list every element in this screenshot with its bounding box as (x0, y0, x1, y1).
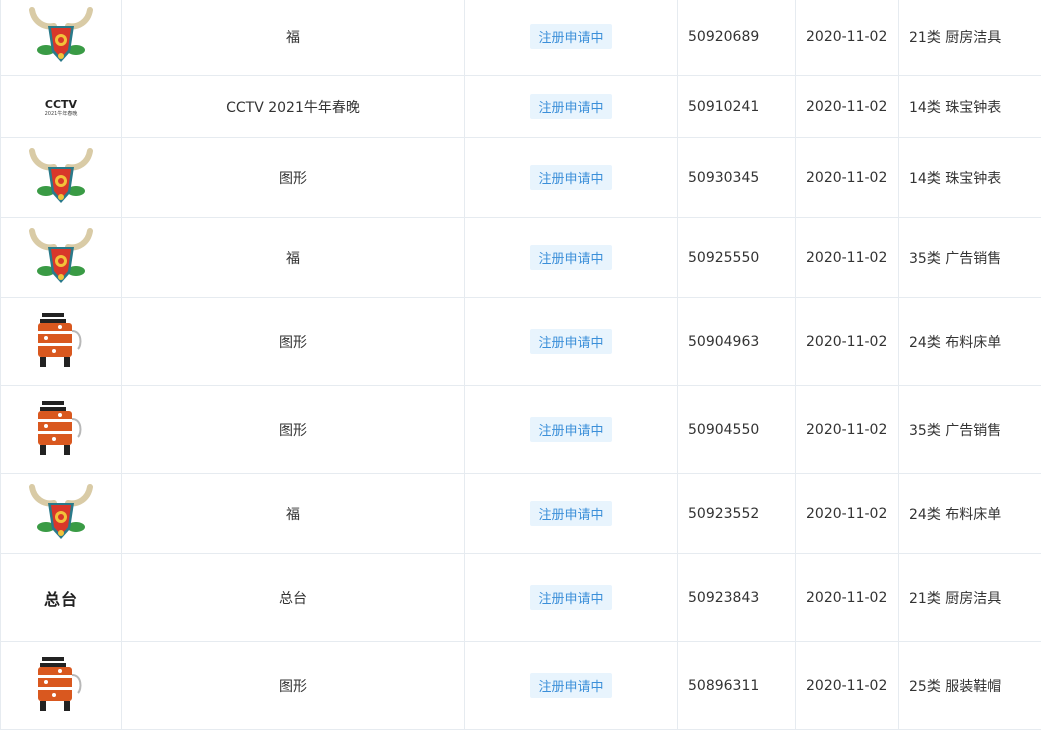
application-date: 2020-11-02 (796, 474, 899, 554)
trademark-name: 图形 (122, 386, 465, 474)
status-badge: 注册申请中 (530, 329, 611, 354)
application-date: 2020-11-02 (796, 218, 899, 298)
trademark-logo-cell (1, 474, 122, 554)
trademark-name: 图形 (122, 298, 465, 386)
trademark-name: 总台 (122, 554, 465, 642)
application-date: 2020-11-02 (796, 642, 899, 730)
trademark-name: CCTV 2021牛年春晚 (122, 76, 465, 138)
status-cell: 注册申请中 (465, 138, 678, 218)
status-badge: 注册申请中 (530, 673, 611, 698)
application-date: 2020-11-02 (796, 0, 899, 76)
table-row[interactable]: 图形 注册申请中 509049632020-11-0224类 布料床单 (1, 298, 1041, 386)
cctv-logo: CCTV2021牛年春晚 (45, 97, 78, 117)
status-cell: 注册申请中 (465, 554, 678, 642)
table-row[interactable]: 福 注册申请中 509255502020-11-0235类 广告销售 (1, 218, 1041, 298)
ox-head-logo (26, 481, 96, 547)
trademark-name: 图形 (122, 642, 465, 730)
registration-number: 50930345 (678, 138, 796, 218)
trademark-name: 福 (122, 0, 465, 76)
status-cell: 注册申请中 (465, 298, 678, 386)
trademark-class: 14类 珠宝钟表 (899, 76, 1041, 138)
cctv-logo-subtext: 2021牛年春晚 (45, 112, 78, 117)
status-cell: 注册申请中 (465, 0, 678, 76)
ox-head-logo (26, 145, 96, 211)
status-badge: 注册申请中 (530, 165, 611, 190)
trademark-logo-cell (1, 0, 122, 76)
ox-body-logo (30, 397, 92, 463)
table-row[interactable]: 图形 注册申请中 509045502020-11-0235类 广告销售 (1, 386, 1041, 474)
ox-head-logo (26, 225, 96, 291)
registration-number: 50904550 (678, 386, 796, 474)
status-cell: 注册申请中 (465, 642, 678, 730)
status-badge: 注册申请中 (530, 585, 611, 610)
trademark-name: 福 (122, 474, 465, 554)
trademark-class: 24类 布料床单 (899, 298, 1041, 386)
trademark-class: 35类 广告销售 (899, 386, 1041, 474)
trademark-logo-cell (1, 298, 122, 386)
registration-number: 50923552 (678, 474, 796, 554)
ox-body-logo (30, 309, 92, 375)
trademark-logo-cell: 总台 (1, 554, 122, 642)
trademark-class: 14类 珠宝钟表 (899, 138, 1041, 218)
application-date: 2020-11-02 (796, 138, 899, 218)
table-row[interactable]: 福 注册申请中 509235522020-11-0224类 布料床单 (1, 474, 1041, 554)
table-row[interactable]: 福 注册申请中 509206892020-11-0221类 厨房洁具 (1, 0, 1041, 76)
status-badge: 注册申请中 (530, 24, 611, 49)
ox-body-logo (30, 653, 92, 719)
text-logo: 总台 (44, 586, 78, 610)
registration-number: 50910241 (678, 76, 796, 138)
trademark-class: 35类 广告销售 (899, 218, 1041, 298)
registration-number: 50923843 (678, 554, 796, 642)
status-badge: 注册申请中 (530, 245, 611, 270)
application-date: 2020-11-02 (796, 554, 899, 642)
trademark-class: 21类 厨房洁具 (899, 0, 1041, 76)
status-badge: 注册申请中 (530, 501, 611, 526)
trademark-class: 21类 厨房洁具 (899, 554, 1041, 642)
status-cell: 注册申请中 (465, 386, 678, 474)
trademark-class: 25类 服装鞋帽 (899, 642, 1041, 730)
trademark-logo-cell (1, 218, 122, 298)
table-row[interactable]: 图形 注册申请中 508963112020-11-0225类 服装鞋帽 (1, 642, 1041, 730)
registration-number: 50920689 (678, 0, 796, 76)
trademark-table: 福注册申请中509206892020-11-0221类 厨房洁具CCTV2021… (0, 0, 1041, 730)
application-date: 2020-11-02 (796, 298, 899, 386)
registration-number: 50904963 (678, 298, 796, 386)
trademark-logo-cell (1, 386, 122, 474)
table-row[interactable]: 图形 注册申请中 509303452020-11-0214类 珠宝钟表 (1, 138, 1041, 218)
status-badge: 注册申请中 (530, 417, 611, 442)
trademark-class: 24类 布料床单 (899, 474, 1041, 554)
registration-number: 50925550 (678, 218, 796, 298)
trademark-name: 福 (122, 218, 465, 298)
application-date: 2020-11-02 (796, 386, 899, 474)
application-date: 2020-11-02 (796, 76, 899, 138)
trademark-table-body: 福注册申请中509206892020-11-0221类 厨房洁具CCTV2021… (1, 0, 1041, 730)
status-badge: 注册申请中 (530, 94, 611, 119)
status-cell: 注册申请中 (465, 474, 678, 554)
status-cell: 注册申请中 (465, 218, 678, 298)
trademark-name: 图形 (122, 138, 465, 218)
status-cell: 注册申请中 (465, 76, 678, 138)
trademark-logo-cell (1, 642, 122, 730)
ox-head-logo (26, 4, 96, 70)
table-row[interactable]: 总台 总台 注册申请中 509238432020-11-0221类 厨房洁具 (1, 554, 1041, 642)
trademark-logo-cell (1, 138, 122, 218)
table-row[interactable]: CCTV2021牛年春晚CCTV 2021牛年春晚注册申请中5091024120… (1, 76, 1041, 138)
cctv-logo-text: CCTV (45, 98, 77, 111)
trademark-logo-cell: CCTV2021牛年春晚 (1, 76, 122, 138)
registration-number: 50896311 (678, 642, 796, 730)
